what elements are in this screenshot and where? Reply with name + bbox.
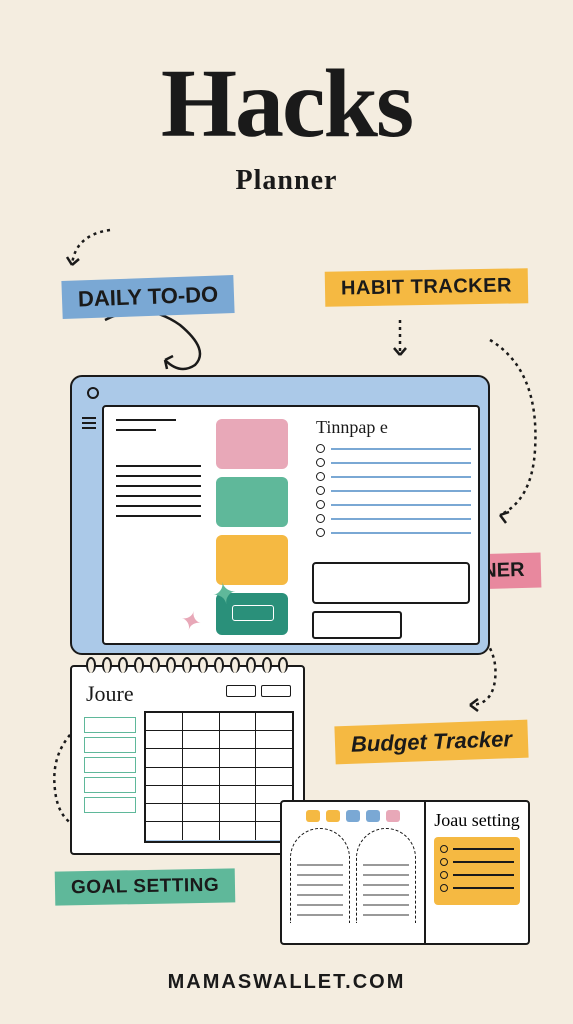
label-habit-tracker: HABIT TRACKER (325, 268, 529, 307)
page-subtitle: Planner (0, 165, 573, 197)
color-dots (290, 810, 416, 822)
planner-checklist: Tinnpap e (316, 417, 471, 542)
notebook-tabs (226, 685, 291, 697)
window-dot-icon (87, 387, 99, 399)
label-budget-tracker: Budget Tracker (334, 720, 528, 765)
label-goal-setting: GOAL SETTING (55, 868, 236, 905)
arrow-icon (60, 225, 130, 280)
leaf-icon: ✦ (176, 605, 205, 640)
arrow-icon (480, 330, 560, 530)
swatch-pink (216, 419, 288, 469)
notebook-side-list (84, 717, 136, 817)
booklet-list (434, 837, 520, 905)
spiral-binding-icon (86, 657, 288, 673)
meal-box (312, 562, 470, 604)
planner-left-col (116, 419, 201, 517)
arch-icon (356, 828, 416, 923)
booklet-right-page: Joau setting (426, 802, 528, 943)
arch-icon (290, 828, 350, 923)
meal-box-small (312, 611, 402, 639)
notebook-grid (144, 711, 294, 843)
label-daily-todo: DAILY TO-DO (61, 275, 234, 319)
booklet-heading: Joau setting (434, 810, 520, 831)
swatch-green (216, 477, 288, 527)
arrow-icon (380, 315, 420, 370)
page-title: Hacks (0, 48, 573, 160)
booklet-left-page (282, 802, 426, 943)
checklist-heading: Tinnpap e (316, 417, 471, 438)
menu-bars-icon (82, 417, 96, 432)
footer-brand: MAMASWALLET.COM (0, 971, 573, 994)
booklet-illustration: Joau setting (280, 800, 530, 945)
notebook-illustration: Joure (70, 665, 305, 855)
notebook-heading: Joure (86, 681, 134, 707)
planner-illustration: Tinnpap e ✦ ✦ (70, 375, 490, 655)
planner-page: Tinnpap e ✦ ✦ (102, 405, 480, 645)
